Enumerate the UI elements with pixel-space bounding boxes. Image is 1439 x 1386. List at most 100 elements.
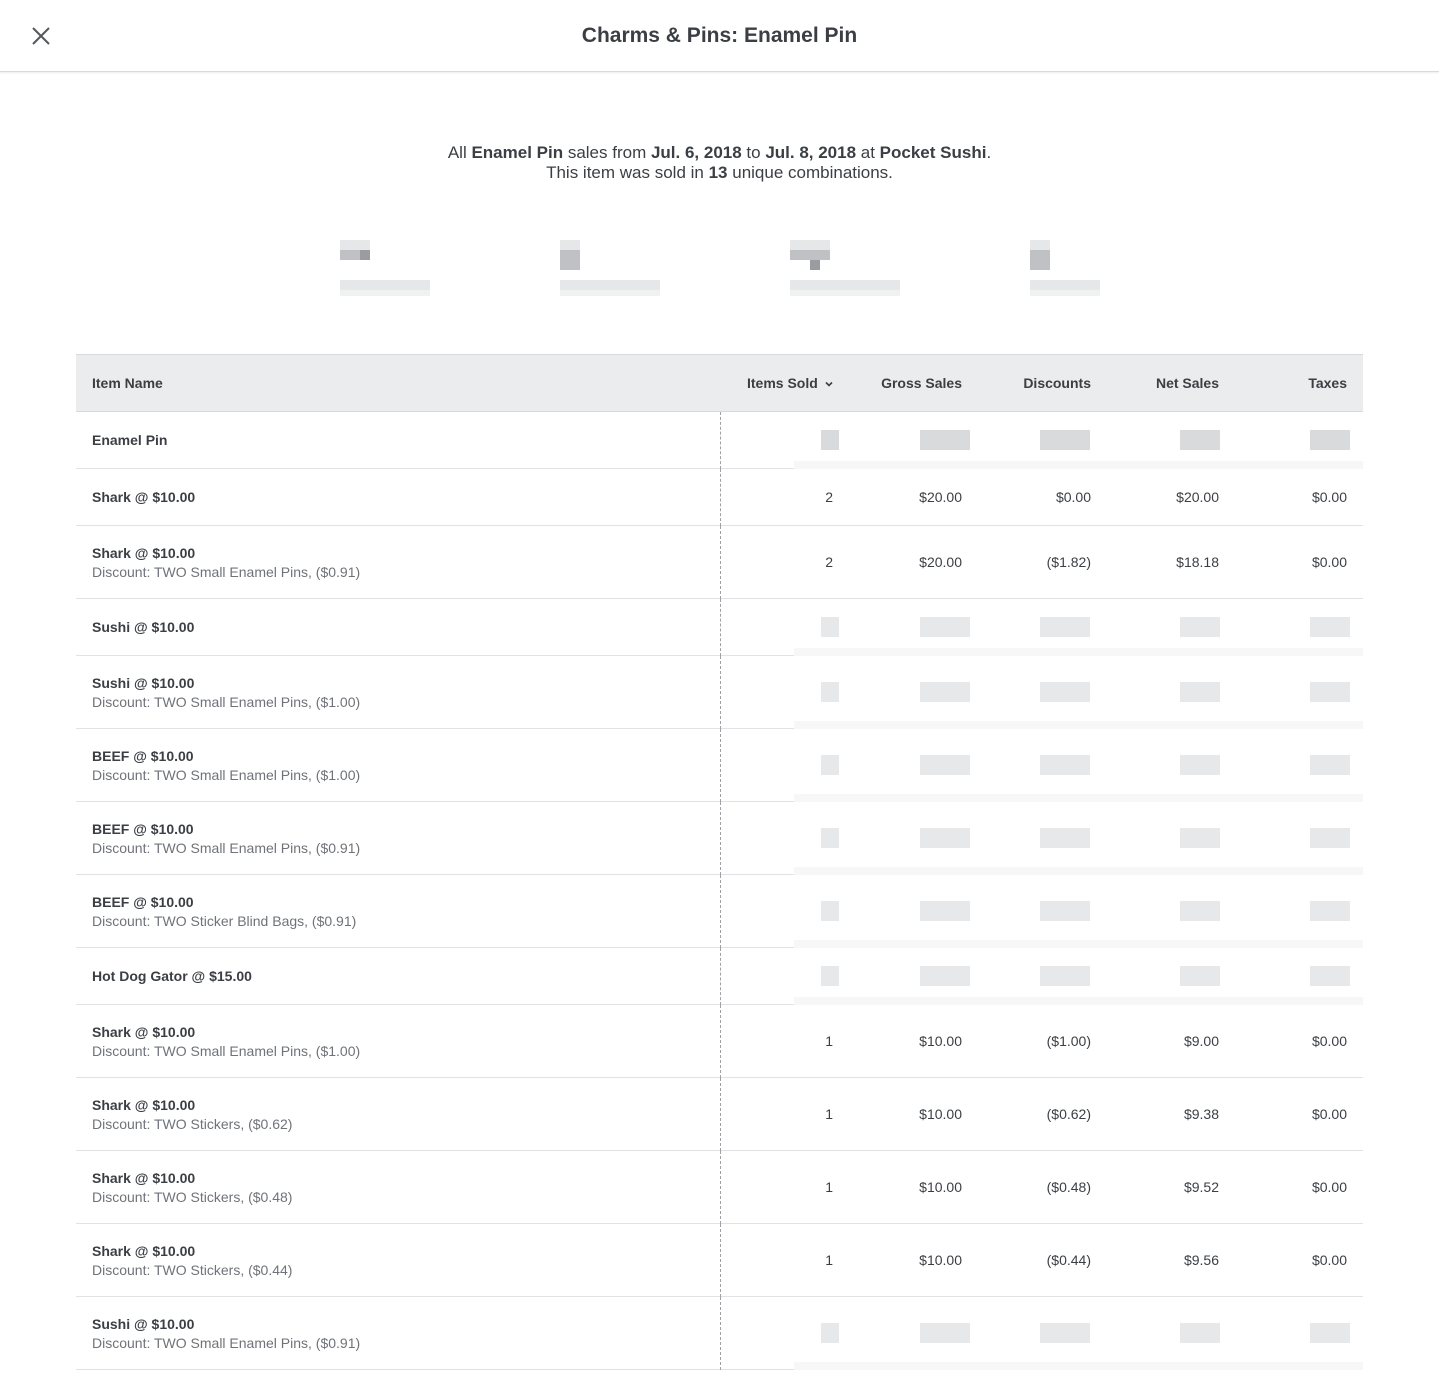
obscured-value [1180,755,1220,775]
column-divider [720,1224,721,1297]
column-header-taxes[interactable]: Taxes [1308,355,1347,411]
table-body: Enamel Pin Shark @ $10.00 2 $20.00 $0.00 $20.… [76,412,1363,1370]
cell-sold: 2 [825,554,833,570]
table-row[interactable]: BEEF @ $10.00 Discount: TWO Small Enamel … [76,802,1363,875]
column-divider [720,599,721,656]
column-header-net-sales[interactable]: Net Sales [1156,355,1219,411]
summary-line-2: This item was sold in 13 unique combinat… [0,163,1439,183]
table-row[interactable]: Shark @ $10.00 Discount: TWO Small Enamel… [76,1005,1363,1078]
cell-gross: $10.00 [919,1106,962,1122]
item-name: Hot Dog Gator @ $15.00 [92,968,252,984]
table-row[interactable]: Shark @ $10.00 Discount: TWO Stickers, ($… [76,1078,1363,1151]
row-fade [794,461,1363,469]
cell-item-name: BEEF @ $10.00 Discount: TWO Small Enamel … [92,747,360,785]
cell-sold: 1 [825,1106,833,1122]
summary-item: Enamel Pin [471,143,564,162]
cell-item-name: Enamel Pin [92,412,167,468]
summary-text: sales from [563,143,651,162]
obscured-value [821,828,839,848]
table-row[interactable]: Sushi @ $10.00 Discount: TWO Small Enamel… [76,656,1363,729]
summary-text: This item was sold in [546,163,709,182]
column-divider [720,948,721,1005]
cell-net: $9.00 [1183,1033,1219,1049]
obscured-value [821,682,839,702]
item-name: Shark @ $10.00 [92,1024,196,1040]
obscured-value [920,755,970,775]
table-row[interactable]: Shark @ $10.00 Discount: TWO Stickers, ($… [76,1151,1363,1224]
obscured-value [1040,828,1090,848]
row-fade [794,721,1363,729]
obscured-value [821,966,839,986]
column-divider [720,802,721,875]
table-row[interactable]: Shark @ $10.00 Discount: TWO Stickers, ($… [76,1224,1363,1297]
cell-net: $9.56 [1183,1252,1219,1268]
item-name: Sushi @ $10.00 [92,1316,195,1332]
column-divider [720,1078,721,1151]
column-divider [720,656,721,729]
item-name: Shark @ $10.00 [92,489,196,505]
table-row[interactable]: BEEF @ $10.00 Discount: TWO Sticker Blind… [76,875,1363,948]
cell-gross: $10.00 [919,1179,962,1195]
item-discount: Discount: TWO Stickers, ($0.62) [92,1116,293,1132]
table-row[interactable]: Shark @ $10.00 Discount: TWO Small Enamel… [76,526,1363,599]
cell-discounts: ($0.44) [1046,1252,1091,1268]
obscured-value [1040,755,1090,775]
column-divider [720,1297,721,1370]
cell-taxes: $0.00 [1311,489,1347,505]
row-fade [794,940,1363,948]
cell-item-name: Hot Dog Gator @ $15.00 [92,948,252,1004]
obscured-value [1310,617,1350,637]
sales-table: Item Name Items Sold Gross Sales Discoun… [76,354,1363,1370]
cell-discounts: $0.00 [1055,489,1091,505]
item-name: BEEF @ $10.00 [92,821,194,837]
table-row[interactable]: BEEF @ $10.00 Discount: TWO Small Enamel … [76,729,1363,802]
cell-item-name: BEEF @ $10.00 Discount: TWO Small Enamel … [92,820,360,858]
cell-discounts: ($1.00) [1046,1033,1091,1049]
column-divider [720,412,721,469]
summary-combinations: 13 [708,163,728,182]
cell-item-name: Sushi @ $10.00 [92,599,194,655]
stat-block-obscured [340,240,440,300]
cell-item-name: BEEF @ $10.00 Discount: TWO Sticker Blind… [92,893,356,931]
summary-text: unique combinations. [727,163,893,182]
column-header-discounts[interactable]: Discounts [1023,355,1091,411]
table-row[interactable]: Shark @ $10.00 2 $20.00 $0.00 $20.00 $0.00 [76,469,1363,526]
table-row[interactable]: Sushi @ $10.00 [76,599,1363,656]
item-name: BEEF @ $10.00 [92,894,194,910]
item-discount: Discount: TWO Sticker Blind Bags, ($0.91… [92,913,357,929]
cell-sold: 2 [825,489,833,505]
summary-text: to [741,143,766,162]
summary-text: All [447,143,472,162]
cell-sold: 1 [825,1033,833,1049]
row-fade [794,997,1363,1005]
summary-text: at [856,143,880,162]
table-row[interactable]: Hot Dog Gator @ $15.00 [76,948,1363,1005]
column-divider [720,875,721,948]
row-fade [794,867,1363,875]
cell-discounts: ($0.48) [1046,1179,1091,1195]
table-row[interactable]: Enamel Pin [76,412,1363,469]
cell-sold: 1 [825,1252,833,1268]
item-name: Shark @ $10.00 [92,545,196,561]
obscured-value [1040,617,1090,637]
item-name: BEEF @ $10.00 [92,748,194,764]
obscured-value [920,1323,970,1343]
modal-header: Charms & Pins: Enamel Pin [0,0,1439,72]
item-name: Shark @ $10.00 [92,1243,196,1259]
cell-taxes: $0.00 [1311,1252,1347,1268]
cell-taxes: $0.00 [1311,1033,1347,1049]
obscured-value [1310,755,1350,775]
stat-block-obscured [560,240,670,300]
column-divider [720,469,721,526]
cell-item-name: Sushi @ $10.00 Discount: TWO Small Enamel… [92,1315,360,1353]
obscured-value [1040,901,1090,921]
column-header-items-sold[interactable]: Items Sold [747,355,834,411]
column-header-gross-sales[interactable]: Gross Sales [881,355,962,411]
cell-item-name: Shark @ $10.00 Discount: TWO Stickers, ($… [92,1096,292,1134]
item-discount: Discount: TWO Stickers, ($0.44) [92,1262,293,1278]
cell-sold: 1 [825,1179,833,1195]
item-name: Sushi @ $10.00 [92,675,195,691]
column-header-item-name[interactable]: Item Name [92,355,163,411]
summary-date-from: Jul. 6, 2018 [650,143,742,162]
table-row[interactable]: Sushi @ $10.00 Discount: TWO Small Enamel… [76,1297,1363,1370]
